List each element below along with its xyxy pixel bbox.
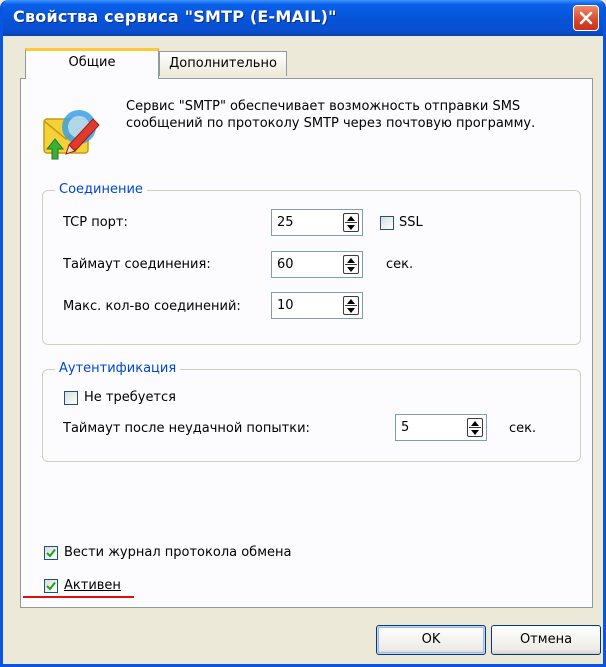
connection-timeout-spinner[interactable]: 60: [271, 251, 363, 278]
tcp-port-value: 25: [277, 215, 294, 230]
tcp-port-spinner[interactable]: 25: [271, 209, 363, 236]
close-icon: [579, 11, 593, 25]
connection-timeout-unit: сек.: [386, 257, 414, 272]
connection-group: Соединение TCP порт: 25 SSL Таймаут соед…: [42, 182, 581, 345]
fail-timeout-spinner[interactable]: 5: [395, 414, 487, 441]
fail-timeout-value: 5: [401, 420, 410, 435]
log-protocol-label: Вести журнал протокола обмена: [64, 545, 292, 560]
dialog-window: Свойства сервиса "SMTP (E-MAIL)" Общие Д…: [0, 0, 606, 667]
mail-envelope-pen-icon: [43, 110, 100, 160]
auth-group-title: Аутентификация: [55, 361, 181, 377]
ok-button[interactable]: OK: [376, 625, 486, 655]
connection-group-title: Соединение: [55, 182, 147, 198]
checkmark-icon: [46, 548, 56, 558]
service-description: Сервис "SMTP" обеспечивает возможность о…: [126, 99, 536, 131]
title-bar[interactable]: Свойства сервиса "SMTP (E-MAIL)": [3, 0, 603, 36]
tab-general[interactable]: Общие: [25, 48, 159, 79]
auth-not-required-label: Не требуется: [84, 390, 176, 405]
cancel-button[interactable]: Отмена: [491, 625, 601, 655]
active-label: Активен: [64, 578, 121, 593]
max-connections-spinner[interactable]: 10: [271, 292, 363, 319]
max-connections-value: 10: [277, 298, 294, 313]
tab-panel-general: Сервис "SMTP" обеспечивает возможность о…: [20, 78, 593, 608]
connection-timeout-value: 60: [277, 257, 294, 272]
ssl-label: SSL: [399, 215, 423, 230]
ssl-checkbox[interactable]: [380, 216, 394, 230]
auth-not-required-checkbox[interactable]: [64, 391, 78, 405]
fail-timeout-label: Таймаут после неудачной попытки:: [63, 421, 310, 436]
tcp-port-label: TCP порт:: [63, 215, 128, 230]
active-checkbox[interactable]: [44, 579, 58, 593]
tab-advanced[interactable]: Дополнительно: [159, 51, 287, 76]
max-connections-label: Макс. кол-во соединений:: [63, 299, 241, 314]
spin-updown-icon[interactable]: [467, 418, 483, 437]
spin-updown-icon[interactable]: [343, 213, 359, 232]
annotation-underline: [23, 596, 134, 598]
fail-timeout-unit: сек.: [509, 421, 537, 436]
spin-updown-icon[interactable]: [343, 296, 359, 315]
window-title: Свойства сервиса "SMTP (E-MAIL)": [13, 7, 337, 26]
connection-timeout-label: Таймаут соединения:: [63, 257, 211, 272]
log-protocol-checkbox[interactable]: [44, 546, 58, 560]
auth-group: Аутентификация Не требуется Таймаут посл…: [42, 361, 581, 462]
close-button[interactable]: [573, 5, 599, 31]
checkmark-icon: [46, 581, 56, 591]
spin-updown-icon[interactable]: [343, 255, 359, 274]
